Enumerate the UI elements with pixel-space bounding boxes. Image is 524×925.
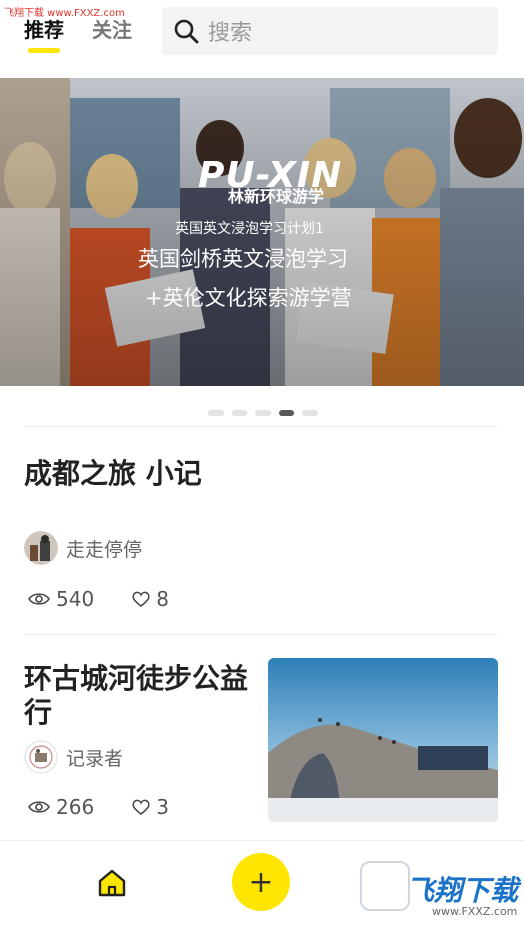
watermark-bottom: 飞翔下载 www.FXXZ.com bbox=[360, 861, 520, 921]
active-tab-indicator bbox=[28, 48, 60, 53]
like-count: 8 bbox=[156, 587, 169, 611]
pager-dot[interactable] bbox=[255, 410, 271, 416]
pager-dot[interactable] bbox=[302, 410, 318, 416]
banner-logo-sub: 林新环球游学 bbox=[228, 187, 325, 206]
stats-row: 540 8 bbox=[28, 587, 169, 611]
watermark-logo-icon bbox=[360, 861, 410, 911]
add-post-button[interactable]: + bbox=[232, 853, 290, 911]
like-count: 3 bbox=[156, 795, 169, 819]
author-row[interactable]: 记录者 bbox=[24, 740, 123, 774]
search-placeholder: 搜索 bbox=[208, 21, 253, 46]
banner-subtitle: 英国英文浸泡学习计划1 bbox=[175, 221, 324, 237]
author-name: 走走停停 bbox=[66, 538, 143, 561]
watermark-top: 飞翔下载 www.FXXZ.com bbox=[4, 8, 125, 19]
stats-row: 266 3 bbox=[28, 795, 169, 819]
avatar bbox=[24, 740, 58, 774]
heart-icon[interactable] bbox=[132, 799, 150, 815]
search-input[interactable]: 搜索 bbox=[162, 7, 498, 55]
banner-carousel[interactable]: PU-XIN 林新环球游学 英国英文浸泡学习计划1 英国剑桥英文浸泡学习 +英伦… bbox=[0, 78, 524, 386]
card-title[interactable]: 成都之旅 小记 bbox=[24, 452, 202, 492]
pager-dot[interactable] bbox=[231, 410, 248, 416]
author-row[interactable]: 走走停停 bbox=[24, 531, 142, 565]
banner-headline-1: 英国剑桥英文浸泡学习 bbox=[138, 247, 348, 271]
carousel-pager bbox=[208, 408, 318, 418]
author-name: 记录者 bbox=[66, 747, 124, 770]
view-count: 266 bbox=[56, 795, 95, 819]
pager-dot-active[interactable] bbox=[278, 410, 295, 416]
banner-headline-2: +英伦文化探索游学营 bbox=[145, 286, 352, 310]
watermark-text: 飞翔下载 bbox=[406, 874, 519, 907]
divider bbox=[24, 634, 498, 635]
divider bbox=[24, 426, 498, 427]
watermark-url: www.FXXZ.com bbox=[432, 905, 518, 918]
home-icon[interactable] bbox=[96, 867, 128, 899]
eye-icon bbox=[28, 801, 50, 813]
view-count: 540 bbox=[56, 587, 95, 611]
card-title[interactable]: 环古城河徒步公益行 bbox=[24, 662, 254, 730]
pager-dot[interactable] bbox=[208, 410, 224, 416]
avatar bbox=[24, 531, 58, 565]
search-icon bbox=[174, 19, 199, 44]
bottom-nav: + 飞翔下载 www.FXXZ.com bbox=[0, 840, 524, 925]
heart-icon[interactable] bbox=[132, 591, 150, 607]
card-thumbnail[interactable] bbox=[268, 658, 498, 822]
eye-icon bbox=[28, 593, 50, 605]
